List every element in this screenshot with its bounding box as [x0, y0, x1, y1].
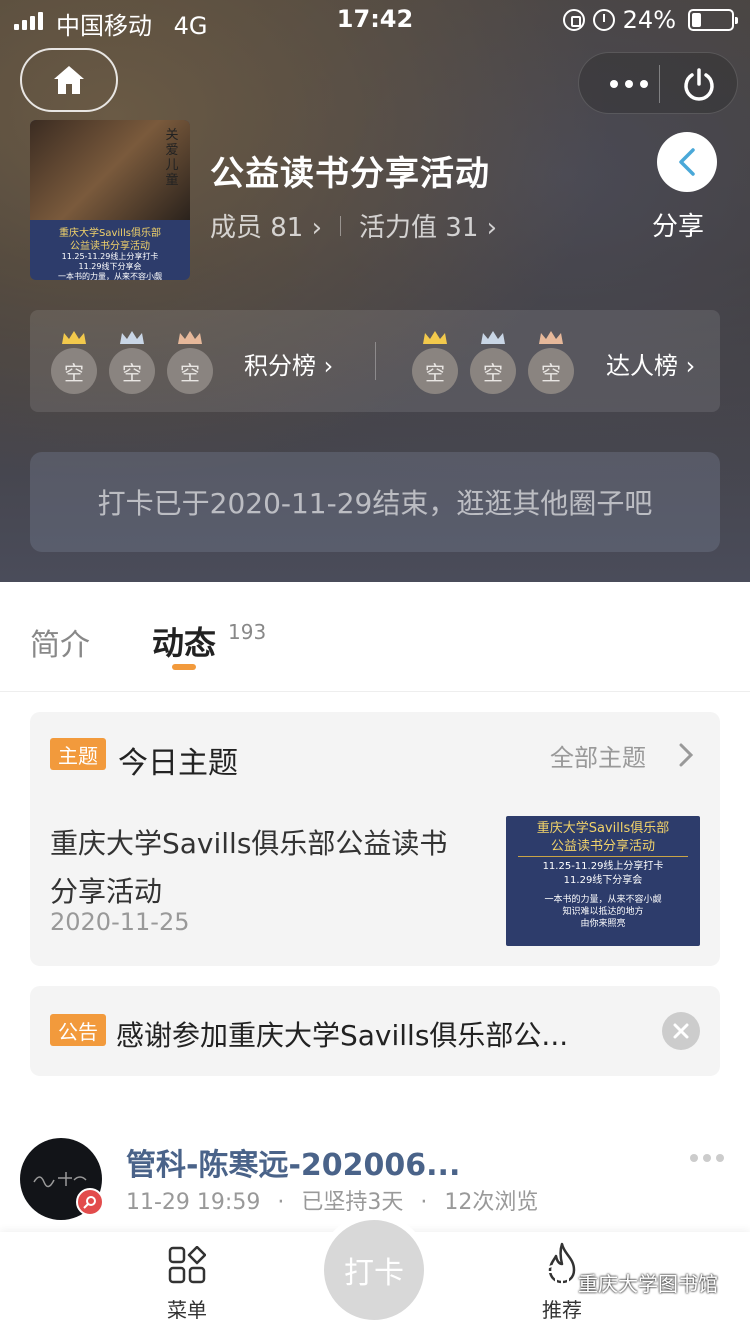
- dot-separator: ·: [420, 1190, 428, 1215]
- checkin-button[interactable]: 打卡: [318, 1214, 430, 1326]
- chevron-right-icon: [679, 743, 694, 767]
- share-label: 分享: [652, 212, 705, 242]
- content-tabs: 简介 动态 193: [0, 582, 750, 692]
- ranks-divider: [375, 342, 376, 380]
- gold-crown-icon: [423, 331, 447, 344]
- post-streak: 已坚持3天: [301, 1190, 404, 1215]
- members-link[interactable]: 成员 81 ›: [210, 207, 322, 244]
- vitality-link[interactable]: 活力值 31 ›: [359, 207, 497, 244]
- close-miniprogram-button[interactable]: [675, 61, 723, 109]
- thumb-line: 11.25-11.29线上分享打卡: [542, 861, 664, 872]
- search-badge-icon: [76, 1188, 104, 1216]
- topic-date: 2020-11-25: [50, 908, 190, 936]
- all-topics-link[interactable]: 全部主题: [550, 738, 646, 773]
- thumb-line: 11.29线下分享会: [563, 875, 643, 886]
- checkin-ended-notice[interactable]: 打卡已于2020-11-29结束，逛逛其他圈子吧: [30, 452, 720, 552]
- library-logo-icon: [533, 1264, 571, 1297]
- experts-leaderboard-link[interactable]: 达人榜 ›: [606, 346, 695, 381]
- cover-line: 一本书的力量，从来不容小觑: [58, 272, 162, 280]
- menu-label: 菜单: [167, 1298, 207, 1322]
- announcement-bar[interactable]: 公告 感谢参加重庆大学Savills俱乐部公...: [30, 986, 720, 1076]
- power-icon: [684, 68, 714, 101]
- cover-tag: 关爱儿童: [165, 128, 179, 188]
- home-button[interactable]: [20, 48, 118, 112]
- post-views: 12次浏览: [444, 1190, 539, 1215]
- post-time: 11-29 19:59: [126, 1190, 261, 1215]
- close-announcement-button[interactable]: [662, 1012, 700, 1050]
- points-rank-slot: 空: [167, 348, 213, 394]
- more-options-button[interactable]: [599, 53, 659, 115]
- circle-title: 公益读书分享活动: [210, 154, 490, 194]
- thumb-line: 重庆大学Savills俱乐部: [536, 821, 670, 836]
- chevron-right-icon: ›: [311, 213, 323, 243]
- announcement-text: 感谢参加重庆大学Savills俱乐部公...: [116, 1019, 569, 1052]
- topic-card-title: 今日主题: [118, 746, 238, 781]
- circle-stats: 成员 81 › 活力值 31 ›: [210, 207, 497, 244]
- cover-line: 公益读书分享活动: [70, 241, 150, 252]
- points-rank-slot: 空: [51, 348, 97, 394]
- status-right: 24%: [562, 6, 738, 34]
- members-count: 成员 81: [210, 213, 304, 243]
- vitality-count: 活力值 31: [359, 213, 479, 243]
- points-rank-slot: 空: [109, 348, 155, 394]
- status-bar: 中国移动 4G 17:42 24%: [0, 0, 750, 40]
- dot-separator: ·: [277, 1190, 285, 1215]
- battery-icon: [688, 9, 738, 31]
- capsule-divider: [659, 65, 660, 103]
- topic-thumbnail: 重庆大学Savills俱乐部 公益读书分享活动 11.25-11.29线上分享打…: [506, 816, 700, 946]
- post-meta: 11-29 19:59 · 已坚持3天 · 12次浏览: [126, 1184, 538, 1216]
- bronze-crown-icon: [178, 331, 202, 344]
- silver-crown-icon: [481, 331, 505, 344]
- watermark-text: 重庆大学图书馆: [578, 1271, 718, 1296]
- expert-rank-slot: 空: [528, 348, 574, 394]
- topic-tag: 主题: [50, 738, 106, 770]
- bronze-crown-icon: [539, 331, 563, 344]
- expert-rank-slot: 空: [470, 348, 516, 394]
- post-author[interactable]: 管科-陈寒远-202006...: [126, 1140, 460, 1184]
- gold-crown-icon: [62, 331, 86, 344]
- menu-nav-item[interactable]: 菜单: [150, 1232, 224, 1334]
- topic-title: 重庆大学Savills俱乐部公益读书分享活动: [50, 827, 448, 908]
- expert-rank-slot: 空: [412, 348, 458, 394]
- thumb-line: 知识难以抵达的地方: [562, 907, 644, 917]
- post-more-button[interactable]: [690, 1154, 724, 1162]
- circle-cover-image[interactable]: 关爱儿童 重庆大学Savills俱乐部 公益读书分享活动 11.25-11.29…: [30, 120, 190, 280]
- topic-card[interactable]: 主题 今日主题 全部主题 重庆大学Savills俱乐部公益读书分享活动 2020…: [30, 712, 720, 966]
- feed-count-badge: 193: [228, 620, 267, 644]
- thumb-line: 由你来照亮: [580, 919, 626, 929]
- experts-leaderboard-label: 达人榜: [606, 352, 678, 380]
- battery-percent: 24%: [622, 6, 676, 34]
- announcement-tag: 公告: [50, 1014, 106, 1046]
- rotation-lock-icon: [562, 9, 585, 31]
- tab-intro[interactable]: 简介: [30, 620, 90, 664]
- thumb-line: 公益读书分享活动: [518, 838, 688, 857]
- home-icon: [54, 66, 84, 94]
- thumb-line: 一本书的力量，从来不容小觑: [544, 895, 662, 905]
- alarm-icon: [592, 9, 615, 31]
- stats-divider: [340, 215, 342, 236]
- share-button[interactable]: [657, 132, 717, 192]
- share-chevron-icon: [679, 148, 695, 176]
- leaderboards: 空 空 空 积分榜 › 空 空 空 达人榜 ›: [30, 310, 720, 412]
- menu-grid-icon: [168, 1246, 206, 1284]
- chevron-right-icon: ›: [486, 213, 498, 243]
- mini-program-capsule: [578, 52, 738, 114]
- silver-crown-icon: [120, 331, 144, 344]
- chevron-right-icon: ›: [323, 352, 334, 380]
- close-icon: [673, 1023, 689, 1039]
- points-leaderboard-label: 积分榜: [244, 352, 316, 380]
- points-leaderboard-link[interactable]: 积分榜 ›: [244, 346, 333, 381]
- tab-feed[interactable]: 动态: [152, 618, 216, 664]
- library-watermark: 重庆大学图书馆: [532, 1264, 718, 1300]
- chevron-right-icon: ›: [685, 352, 696, 380]
- active-tab-indicator: [172, 664, 196, 670]
